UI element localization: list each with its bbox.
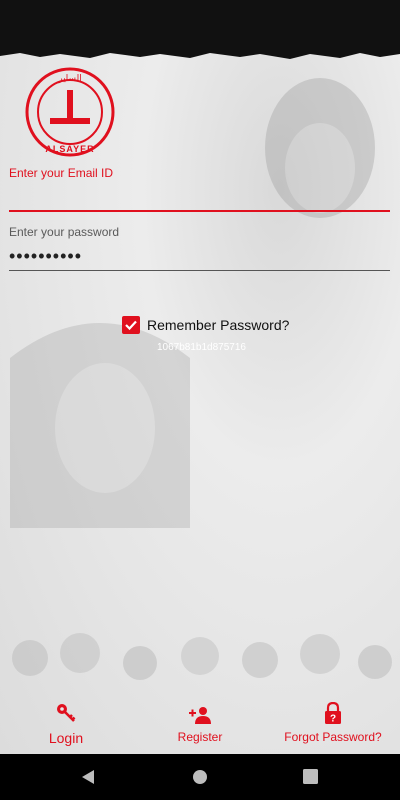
system-navigation-bar	[0, 754, 400, 800]
status-bar	[0, 0, 400, 48]
forgot-password-button[interactable]: ? Forgot Password?	[278, 698, 388, 744]
email-label: Enter your Email ID	[9, 166, 114, 180]
remember-checkbox[interactable]	[122, 316, 140, 334]
checkmark-icon	[125, 320, 137, 331]
email-field[interactable]	[9, 186, 390, 208]
forgot-password-label: Forgot Password?	[284, 730, 382, 744]
add-person-icon	[189, 707, 211, 724]
password-field[interactable]: ••••••••••	[9, 246, 82, 267]
alsayer-logo: ALSAYER الساير	[25, 67, 115, 157]
background-figure-right	[265, 78, 375, 218]
home-icon[interactable]	[192, 769, 208, 785]
recents-icon[interactable]	[303, 769, 318, 784]
password-underline	[9, 270, 390, 271]
svg-text:الساير: الساير	[57, 74, 81, 84]
lock-question-icon: ?	[325, 702, 341, 725]
email-underline	[9, 210, 390, 212]
remember-password-toggle[interactable]: Remember Password?	[122, 316, 289, 334]
svg-text:ALSAYER: ALSAYER	[45, 144, 94, 154]
login-button[interactable]: Login	[36, 698, 96, 746]
back-icon[interactable]	[80, 769, 96, 785]
bottom-nav: Login Register ? Forgot Password?	[0, 698, 400, 754]
login-screen: ALSAYER الساير Enter your Email ID Enter…	[0, 48, 400, 754]
background-crowd	[12, 633, 392, 680]
remember-password-label: Remember Password?	[147, 317, 290, 333]
device-id-text: 1067b81b1d875716	[157, 342, 246, 353]
password-label: Enter your password	[9, 225, 120, 239]
svg-text:?: ?	[330, 714, 336, 725]
login-label: Login	[48, 730, 84, 746]
key-icon	[57, 704, 76, 722]
register-label: Register	[177, 730, 223, 744]
register-button[interactable]: Register	[170, 698, 230, 744]
